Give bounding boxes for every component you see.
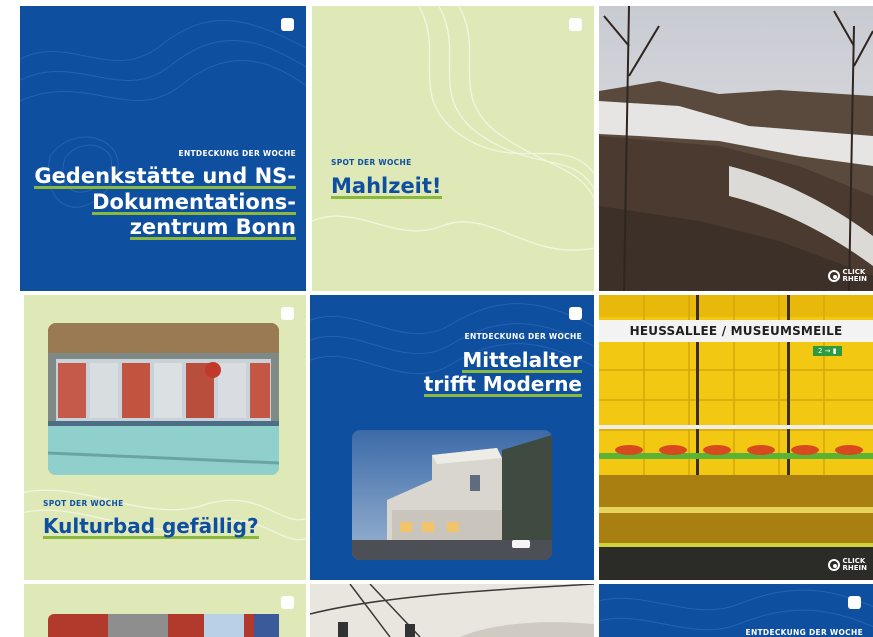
post-tile-row3-left[interactable]	[24, 584, 306, 637]
swimming-pool-image	[48, 323, 279, 475]
post-kicker: SPOT DER WOCHE	[43, 499, 124, 508]
post-kicker: ENTDECKUNG DER WOCHE	[178, 149, 296, 158]
multi-image-icon	[281, 307, 294, 320]
clickrhein-brand: CLICK RHEIN	[827, 558, 867, 572]
multi-image-icon	[569, 307, 582, 320]
post-tile-mahlzeit[interactable]: SPOT DER WOCHE Mahlzeit!	[312, 6, 594, 291]
post-tile-row3-right[interactable]: ENTDECKUNG DER WOCHE	[599, 584, 873, 637]
post-tile-row3-middle[interactable]	[310, 584, 594, 637]
clickrhein-brand: CLICK RHEIN	[827, 269, 867, 283]
post-kicker: ENTDECKUNG DER WOCHE	[464, 332, 582, 341]
post-tile-gedenkstaette[interactable]: ENTDECKUNG DER WOCHE Gedenkstätte und NS…	[20, 6, 306, 291]
building-photo-image	[48, 614, 279, 637]
snowy-valley-image	[599, 6, 873, 291]
post-title: Mahlzeit!	[331, 174, 442, 198]
post-tile-mittelalter[interactable]: ENTDECKUNG DER WOCHE Mittelalter trifft …	[310, 295, 594, 580]
station-sign: HEUSSALLEE / MUSEUMSMEILE	[599, 320, 873, 342]
station-sign-arrow: 2 → ▮	[813, 346, 842, 356]
multi-image-icon	[848, 596, 861, 609]
post-title: Kulturbad gefällig?	[43, 514, 259, 538]
clickrhein-logo-icon	[827, 559, 840, 571]
topographic-pattern	[312, 6, 594, 251]
multi-image-icon	[569, 18, 582, 31]
post-title: Gedenkstätte und NS- Dokumentations- zen…	[34, 164, 296, 240]
post-kicker: SPOT DER WOCHE	[331, 158, 412, 167]
cable-car-image	[310, 584, 594, 637]
post-tile-snow-valley-photo[interactable]: CLICK RHEIN	[599, 6, 873, 291]
post-kicker: ENTDECKUNG DER WOCHE	[745, 628, 863, 637]
post-title: Mittelalter trifft Moderne	[423, 348, 582, 397]
multi-image-icon	[281, 18, 294, 31]
clickrhein-logo-icon	[827, 270, 840, 282]
post-tile-kulturbad[interactable]: SPOT DER WOCHE Kulturbad gefällig?	[24, 295, 306, 580]
post-tile-ubahn-photo[interactable]: HEUSSALLEE / MUSEUMSMEILE 2 → ▮ CLICK RH…	[599, 295, 873, 580]
museum-building-image	[352, 430, 552, 560]
